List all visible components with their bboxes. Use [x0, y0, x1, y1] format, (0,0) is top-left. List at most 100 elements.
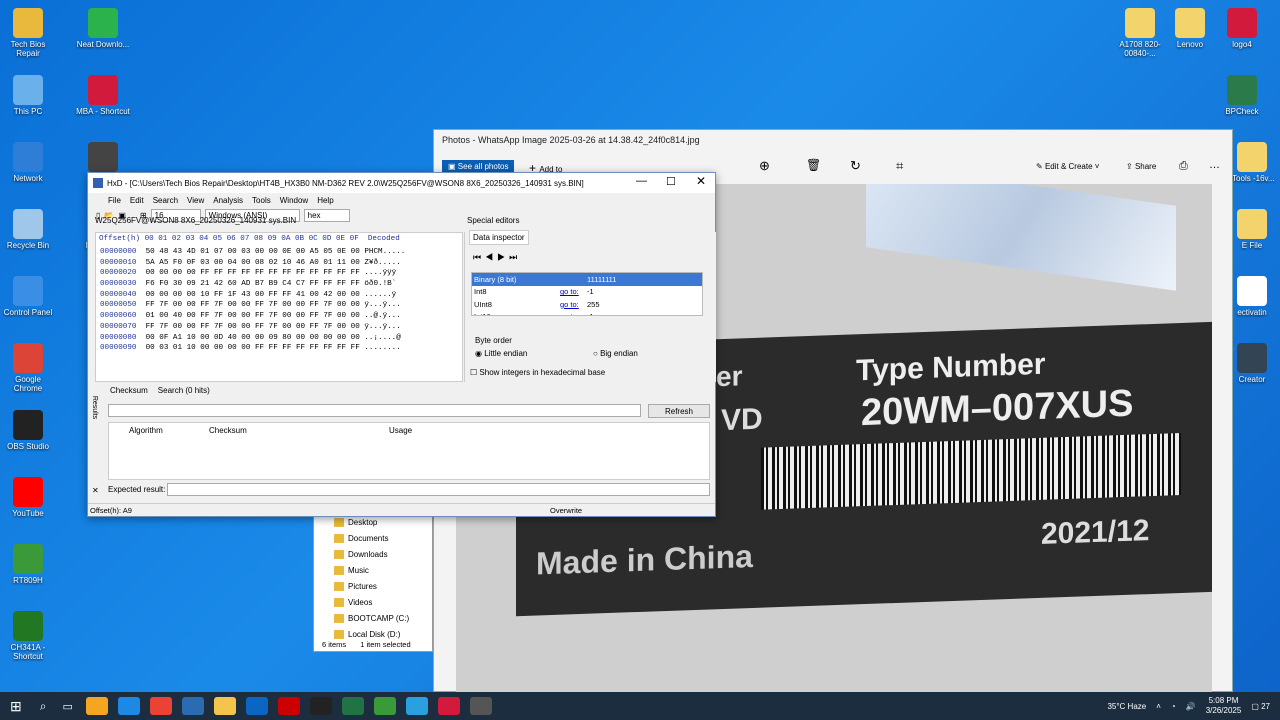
zoom-icon[interactable]: ⊕: [759, 158, 770, 174]
file-tab[interactable]: W25Q256FV@WSON8 8X6_20250326_140931 sys.…: [95, 216, 296, 225]
inspector-goto-link[interactable]: go to:: [560, 287, 585, 296]
inspector-goto-link[interactable]: go to:: [560, 300, 585, 309]
hex-row[interactable]: 00000060 01 00 40 00 FF 7F 00 00 FF 7F 0…: [96, 312, 462, 323]
desktop-icon-mba-shortcut[interactable]: MBA - Shortcut: [75, 75, 131, 116]
desktop-icon-network[interactable]: Network: [0, 142, 56, 183]
first-icon[interactable]: ⏮: [473, 252, 485, 262]
desktop-icon-google-chrome[interactable]: Google Chrome: [0, 343, 56, 393]
hex-view[interactable]: Offset(h) 00 01 02 03 04 05 06 07 08 09 …: [95, 232, 463, 382]
menu-window[interactable]: Window: [280, 196, 308, 205]
checksum-tab[interactable]: Checksum: [110, 386, 148, 395]
desktop-icon-ch341a-shortcut[interactable]: CH341A - Shortcut: [0, 611, 56, 661]
taskbar-app-icon[interactable]: [149, 697, 172, 715]
minimize-icon[interactable]: —: [636, 175, 647, 187]
hex-row[interactable]: 00000030 F6 F0 30 09 21 42 60 AD B7 B9 C…: [96, 280, 462, 291]
inspector-row[interactable]: Int16go to:-1: [472, 311, 702, 315]
explorer-item-pictures[interactable]: Pictures: [314, 578, 432, 594]
inspector-goto-link[interactable]: go to:: [560, 312, 585, 315]
share-button[interactable]: ⇪ Share: [1126, 162, 1156, 171]
algorithm-select[interactable]: [108, 404, 641, 417]
inspector-table[interactable]: Binary (8 bit) 11111111 Int8 go to: -1 UInt8 g…: [471, 272, 703, 316]
wifi-icon[interactable]: ◔: [1171, 702, 1176, 711]
print-icon[interactable]: ⎙: [1179, 160, 1188, 173]
desktop-icon-control-panel[interactable]: Control Panel: [0, 276, 56, 317]
explorer-item-documents[interactable]: Documents: [314, 530, 432, 546]
menu-edit[interactable]: Edit: [130, 196, 144, 205]
more-icon[interactable]: …: [1209, 159, 1220, 171]
next-icon[interactable]: ▶: [497, 252, 509, 262]
menu-help[interactable]: Help: [317, 196, 333, 205]
expected-result-input[interactable]: [167, 483, 710, 496]
taskbar-app-icon[interactable]: [437, 697, 460, 715]
delete-icon[interactable]: 🗑: [806, 158, 821, 172]
desktop-icon-a1708-820-00840[interactable]: A1708 820-00840-...: [1112, 8, 1168, 58]
hex-row[interactable]: 00000040 00 00 00 00 10 FF 1F 43 00 FF F…: [96, 291, 462, 302]
show-hex-checkbox[interactable]: ☐ Show integers in hexadecimal base: [470, 368, 605, 377]
desktop-icon-tech-bios-repair[interactable]: Tech Bios Repair: [0, 8, 56, 58]
hxd-window[interactable]: HxD - [C:\Users\Tech Bios Repair\Desktop…: [87, 172, 716, 517]
desktop-icon-recycle-bin[interactable]: Recycle Bin: [0, 209, 56, 250]
checksum-table[interactable]: Algorithm Checksum Usage: [108, 422, 710, 480]
rotate-icon[interactable]: ↻: [850, 158, 861, 174]
desktop-icon-neat-downlo[interactable]: Neat Downlo...: [75, 8, 131, 49]
little-endian-radio[interactable]: ◉ Little endian: [475, 349, 527, 358]
refresh-button[interactable]: Refresh: [648, 404, 710, 418]
taskbar-app-icon[interactable]: [117, 697, 140, 715]
menu-view[interactable]: View: [187, 196, 204, 205]
desktop-icon-youtube[interactable]: YouTube: [0, 477, 56, 518]
notification-icon[interactable]: ▢ 27: [1251, 702, 1270, 711]
tray-chevron-icon[interactable]: ˄: [1156, 702, 1161, 711]
search-icon[interactable]: ⌕: [40, 699, 47, 714]
maximize-icon[interactable]: ☐: [666, 175, 676, 188]
crop-icon[interactable]: ⌗: [896, 158, 903, 174]
taskbar-app-icon[interactable]: [245, 697, 268, 715]
explorer-item-downloads[interactable]: Downloads: [314, 546, 432, 562]
menu-search[interactable]: Search: [153, 196, 178, 205]
hex-row[interactable]: 00000020 00 00 00 00 FF FF FF FF FF FF F…: [96, 269, 462, 280]
taskbar-app-icon[interactable]: [213, 697, 236, 715]
last-icon[interactable]: ⏭: [509, 252, 521, 262]
explorer-item-videos[interactable]: Videos: [314, 594, 432, 610]
file-explorer-window[interactable]: Desktop Documents Downloads Music Pictures Vi…: [313, 513, 433, 652]
taskbar-app-icon[interactable]: [181, 697, 204, 715]
desktop-icon-obs-studio[interactable]: OBS Studio: [0, 410, 56, 451]
inspector-row[interactable]: Int8 go to: -1: [472, 286, 702, 299]
close-icon[interactable]: ✕: [696, 174, 706, 188]
start-icon[interactable]: ⊞: [10, 698, 22, 715]
hex-row[interactable]: 00000070 FF 7F 00 00 FF 7F 00 00 FF 7F 0…: [96, 323, 462, 334]
weather-text[interactable]: 35°C Haze: [1107, 702, 1146, 711]
menu-file[interactable]: File: [108, 196, 121, 205]
taskbar-app-icon[interactable]: [277, 697, 300, 715]
hex-row[interactable]: 00000080 00 0F A1 10 00 0D 40 00 00 09 8…: [96, 334, 462, 345]
taskbar-app-icon[interactable]: [341, 697, 364, 715]
menu-tools[interactable]: Tools: [252, 196, 271, 205]
menu-analysis[interactable]: Analysis: [213, 196, 243, 205]
hex-row[interactable]: 00000050 FF 7F 00 00 FF 7F 00 00 FF 7F 0…: [96, 301, 462, 312]
task-view-icon[interactable]: ▭: [62, 700, 72, 713]
volume-icon[interactable]: 🔊: [1186, 702, 1196, 711]
taskbar-app-icon[interactable]: [469, 697, 492, 715]
data-inspector-tab[interactable]: Data inspector: [469, 230, 529, 245]
taskbar-app-icon[interactable]: [85, 697, 108, 715]
desktop-icon-bpcheck[interactable]: BPCheck: [1214, 75, 1270, 116]
explorer-item-bootcamp-c[interactable]: BOOTCAMP (C:): [314, 610, 432, 626]
close-results-icon[interactable]: ✕: [92, 486, 99, 495]
big-endian-radio[interactable]: ○ Big endian: [593, 349, 638, 358]
hex-row[interactable]: 00000000 50 48 43 4D 01 07 00 03 00 00 0…: [96, 248, 462, 259]
hex-row[interactable]: 00000090 00 03 01 10 00 00 00 00 FF FF F…: [96, 344, 462, 355]
prev-icon[interactable]: ◀: [485, 252, 497, 262]
taskbar-app-icon[interactable]: [309, 697, 332, 715]
desktop-icon-logo4[interactable]: logo4: [1214, 8, 1270, 49]
desktop-icon-rt809h[interactable]: RT809H: [0, 544, 56, 585]
search-tab[interactable]: Search (0 hits): [158, 386, 210, 395]
explorer-item-music[interactable]: Music: [314, 562, 432, 578]
inspector-row[interactable]: Binary (8 bit) 11111111: [472, 273, 702, 286]
edit-create-button[interactable]: ✎ Edit & Create ˅: [1036, 162, 1099, 171]
desktop-icon-lenovo[interactable]: Lenovo: [1162, 8, 1218, 49]
base-select[interactable]: hex: [303, 208, 350, 222]
taskbar-app-icon[interactable]: [405, 697, 428, 715]
taskbar-app-icon[interactable]: [373, 697, 396, 715]
clock[interactable]: 5:08 PM 3/26/2025: [1206, 696, 1242, 716]
inspector-row[interactable]: UInt8 go to: 255: [472, 298, 702, 311]
hex-row[interactable]: 00000010 5A A5 F0 0F 03 00 04 00 08 02 1…: [96, 259, 462, 270]
